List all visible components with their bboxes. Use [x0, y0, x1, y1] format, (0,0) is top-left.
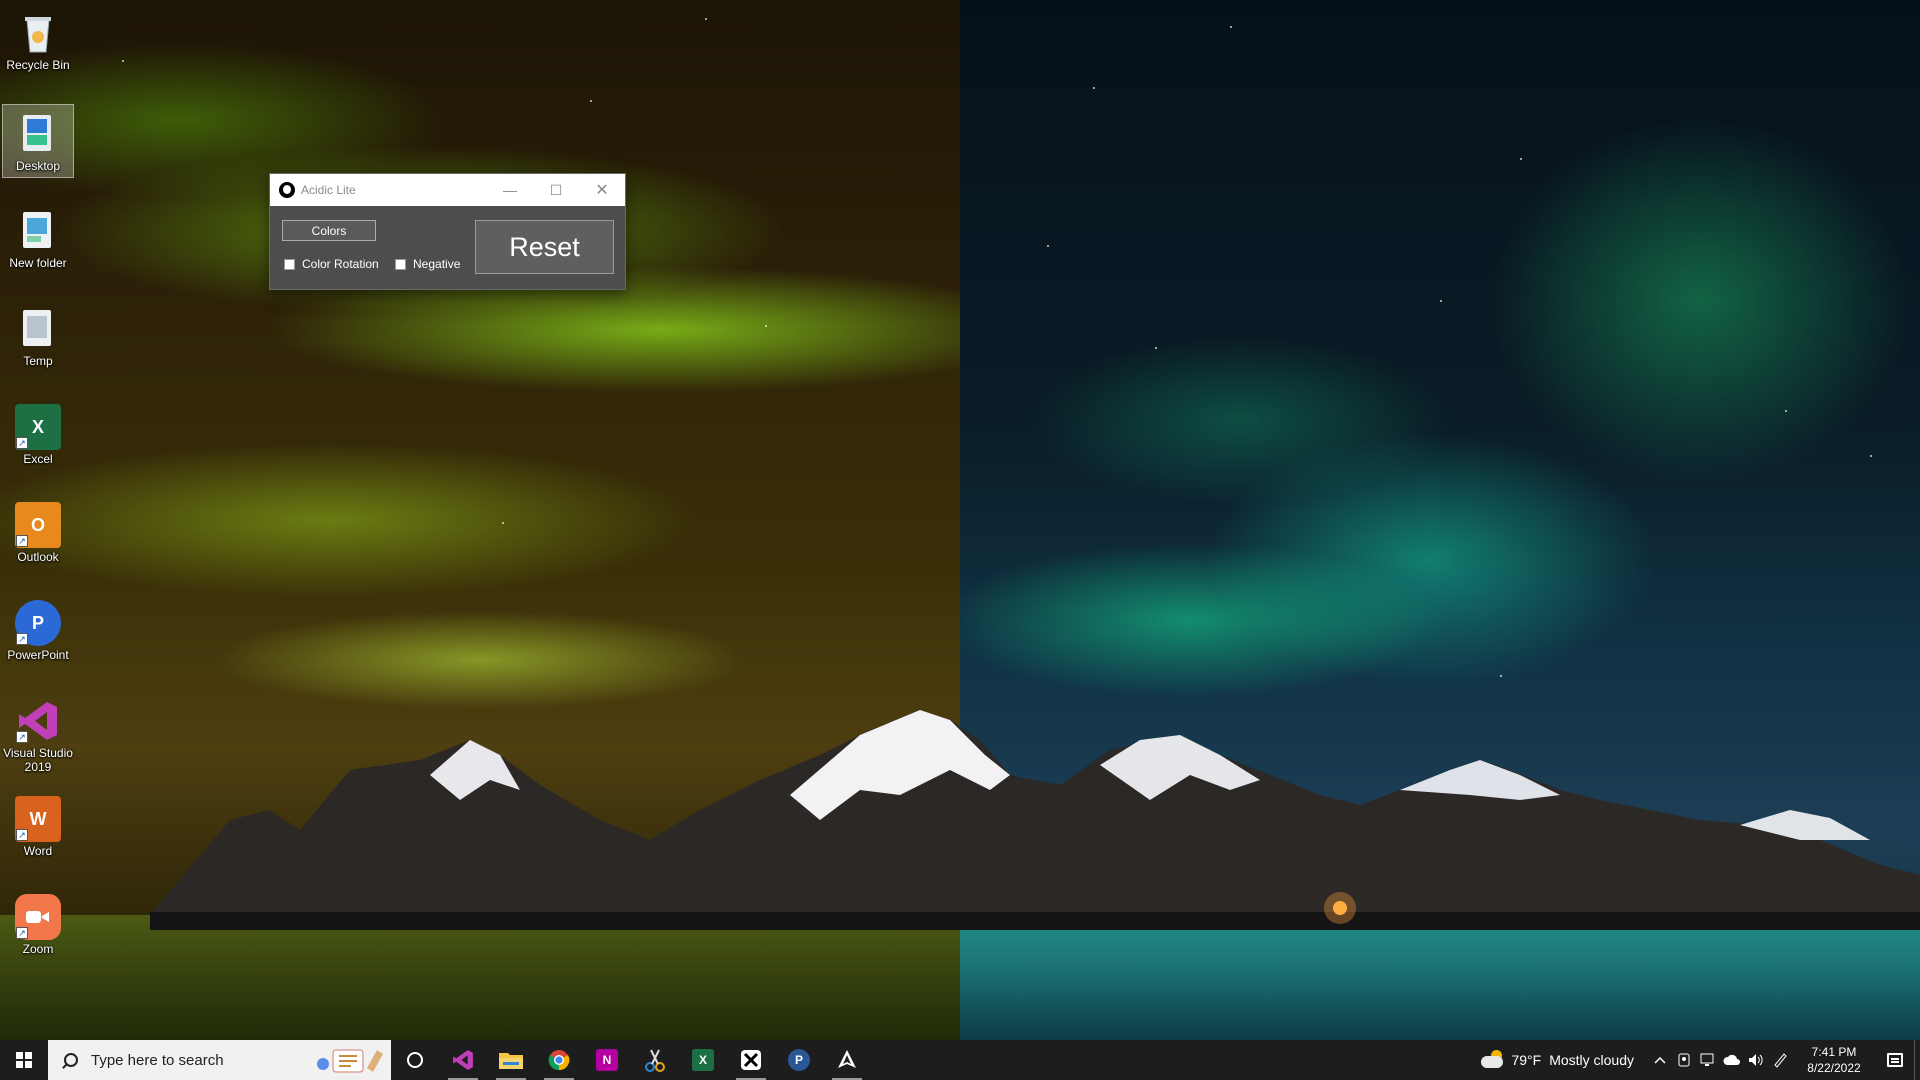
powerpoint-icon: P ↗	[15, 600, 61, 646]
scissors-icon	[645, 1049, 665, 1072]
desktop-icon-excel[interactable]: X ↗ Excel	[2, 398, 74, 472]
folder-icon	[15, 208, 61, 254]
desktop-icon-visual-studio[interactable]: ↗ Visual Studio 2019	[2, 692, 74, 780]
wallpaper-water-left	[0, 915, 960, 1040]
desktop-icon-label: Word	[23, 844, 53, 858]
negative-checkbox[interactable]	[395, 258, 406, 270]
shortcut-arrow-icon: ↗	[16, 927, 28, 939]
color-rotation-option[interactable]: Color Rotation	[284, 257, 379, 271]
excel-icon: X	[692, 1049, 714, 1071]
meet-now-icon[interactable]	[1672, 1040, 1696, 1080]
desktop-icon-recycle-bin[interactable]: Recycle Bin	[2, 4, 74, 78]
search-highlight-illustration	[317, 1049, 383, 1073]
powerpoint-icon: P	[788, 1049, 810, 1071]
windows-logo-icon	[16, 1052, 32, 1068]
weather-temperature: 79°F	[1511, 1052, 1542, 1068]
onenote-icon: N	[596, 1049, 618, 1071]
show-desktop-button[interactable]	[1914, 1040, 1920, 1080]
desktop-icon-label: Recycle Bin	[6, 58, 70, 72]
search-placeholder: Type here to search	[91, 1051, 224, 1069]
acidic-lite-window[interactable]: Acidic Lite — ☐ ✕ Colors Color Rotation …	[269, 173, 626, 290]
color-rotation-checkbox[interactable]	[284, 258, 295, 270]
desktop-icon-label: PowerPoint	[7, 648, 69, 662]
folder-icon	[15, 306, 61, 352]
system-tray: 79°F Mostly cloudy 7:41 PM 8/22/2022	[1481, 1040, 1920, 1080]
desktop-icon-temp[interactable]: Temp	[2, 300, 74, 374]
weather-condition: Mostly cloudy	[1549, 1052, 1634, 1068]
window-titlebar[interactable]: Acidic Lite — ☐ ✕	[270, 174, 625, 206]
desktop-icon-label: Excel	[23, 452, 53, 466]
shortcut-arrow-icon: ↗	[16, 437, 28, 449]
shortcut-arrow-icon: ↗	[16, 731, 28, 743]
taskbar-app-acidic-lite[interactable]	[727, 1040, 775, 1080]
maximize-button[interactable]: ☐	[533, 174, 579, 206]
clock-time: 7:41 PM	[1811, 1045, 1857, 1059]
word-icon: W ↗	[15, 796, 61, 842]
taskbar-app-snipping-tool[interactable]	[631, 1040, 679, 1080]
close-button[interactable]: ✕	[579, 174, 625, 206]
shortcut-arrow-icon: ↗	[16, 535, 28, 547]
minimize-button[interactable]: —	[487, 174, 533, 206]
desktop-icon-new-folder[interactable]: New folder	[2, 202, 74, 276]
action-center-button[interactable]	[1876, 1040, 1914, 1080]
file-explorer-icon	[499, 1053, 523, 1069]
taskbar-app-inkscape[interactable]	[823, 1040, 871, 1080]
desktop-icon-zoom[interactable]: ↗ Zoom	[2, 888, 74, 962]
desktop-icon-label: Outlook	[17, 550, 59, 564]
taskbar-app-excel[interactable]: X	[679, 1040, 727, 1080]
negative-label: Negative	[413, 257, 461, 271]
wallpaper-mountains	[150, 710, 1920, 930]
acidic-app-icon	[279, 182, 295, 198]
taskbar-app-onenote[interactable]: N	[583, 1040, 631, 1080]
desktop-icon-label: Zoom	[22, 942, 54, 956]
chrome-icon	[548, 1050, 570, 1071]
colors-button[interactable]: Colors	[282, 220, 376, 241]
volume-icon[interactable]	[1744, 1040, 1768, 1080]
window-title: Acidic Lite	[301, 183, 356, 197]
search-icon	[64, 1053, 78, 1067]
onedrive-cloud-icon[interactable]	[1720, 1040, 1744, 1080]
task-view-button[interactable]	[391, 1040, 439, 1080]
desktop-icon-outlook[interactable]: O ↗ Outlook	[2, 496, 74, 570]
desktop-icon-label: New folder	[9, 256, 67, 270]
start-button[interactable]	[0, 1040, 48, 1080]
clock-date: 8/22/2022	[1807, 1061, 1861, 1075]
acidic-app-icon	[741, 1050, 761, 1070]
negative-option[interactable]: Negative	[395, 257, 460, 271]
taskbar: Type here to search N X P 79°F Mostly cl…	[0, 1040, 1920, 1080]
desktop-icon-label: Temp	[23, 354, 53, 368]
excel-icon: X ↗	[15, 404, 61, 450]
color-rotation-label: Color Rotation	[302, 257, 379, 271]
desktop-icon-label: Desktop	[15, 159, 61, 173]
desktop-icon-desktop[interactable]: Desktop	[2, 104, 74, 178]
taskbar-app-powerpoint[interactable]: P	[775, 1040, 823, 1080]
recycle-bin-icon	[15, 10, 61, 56]
partly-cloudy-icon	[1481, 1050, 1505, 1068]
taskbar-app-chrome[interactable]	[535, 1040, 583, 1080]
taskbar-app-visual-studio[interactable]	[439, 1040, 487, 1080]
pen-tool-icon	[838, 1050, 856, 1068]
outlook-icon: O ↗	[15, 502, 61, 548]
desktop-folder-icon	[15, 111, 61, 157]
network-icon[interactable]	[1696, 1040, 1720, 1080]
pen-workspace-icon[interactable]	[1768, 1040, 1792, 1080]
desktop-icon-word[interactable]: W ↗ Word	[2, 790, 74, 864]
desktop-icon-powerpoint[interactable]: P ↗ PowerPoint	[2, 594, 74, 668]
taskbar-search-box[interactable]: Type here to search	[48, 1040, 391, 1080]
weather-widget[interactable]: 79°F Mostly cloudy	[1481, 1050, 1634, 1068]
visual-studio-icon: ↗	[15, 698, 61, 744]
desktop-wallpaper	[0, 0, 1920, 1040]
visual-studio-icon	[453, 1050, 473, 1070]
wallpaper-water-right	[960, 915, 1920, 1040]
taskbar-clock[interactable]: 7:41 PM 8/22/2022	[1792, 1044, 1876, 1076]
desktop-icon-label: Visual Studio 2019	[3, 746, 73, 774]
shortcut-arrow-icon: ↗	[16, 829, 28, 841]
notification-icon	[1887, 1053, 1903, 1067]
zoom-icon: ↗	[15, 894, 61, 940]
shortcut-arrow-icon: ↗	[16, 633, 28, 645]
task-view-icon	[407, 1052, 423, 1068]
taskbar-app-file-explorer[interactable]	[487, 1040, 535, 1080]
reset-button[interactable]: Reset	[475, 220, 614, 274]
chevron-up-icon[interactable]	[1648, 1040, 1672, 1080]
